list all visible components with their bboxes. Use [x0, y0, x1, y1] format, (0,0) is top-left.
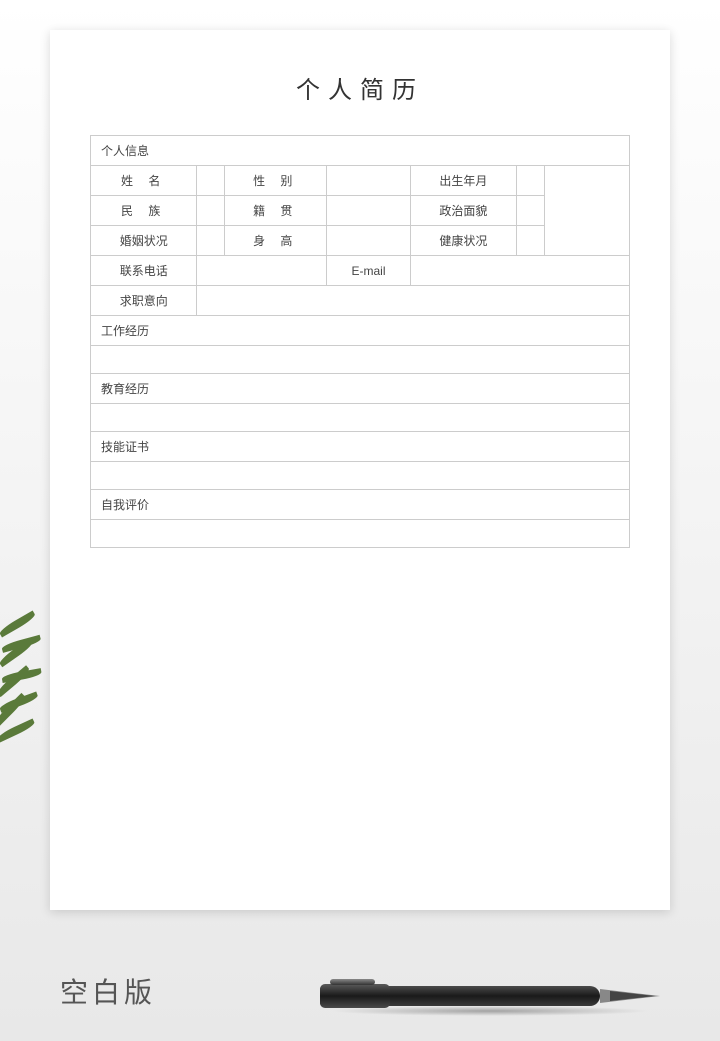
resume-form-table: 个人信息 姓 名 性 别 出生年月 民 族 籍 贯 政治面貌 婚姻状况 身 高 …: [90, 135, 630, 548]
value-job-intention[interactable]: [197, 286, 630, 316]
section-education: 教育经历: [91, 374, 630, 404]
section-skills: 技能证书: [91, 432, 630, 462]
value-ethnicity[interactable]: [197, 196, 225, 226]
label-phone: 联系电话: [91, 256, 197, 286]
value-origin[interactable]: [327, 196, 410, 226]
label-political: 政治面貌: [410, 196, 516, 226]
value-marital[interactable]: [197, 226, 225, 256]
label-birth: 出生年月: [410, 166, 516, 196]
value-health[interactable]: [517, 226, 545, 256]
value-email[interactable]: [410, 256, 629, 286]
value-skills[interactable]: [91, 462, 630, 490]
pen-decoration: [320, 981, 660, 1011]
resume-page: 个人简历 个人信息 姓 名 性 别 出生年月 民 族 籍 贯 政治面貌 婚姻状况…: [50, 30, 670, 910]
value-name[interactable]: [197, 166, 225, 196]
value-height[interactable]: [327, 226, 410, 256]
value-phone[interactable]: [197, 256, 327, 286]
footer-label: 空白版: [60, 971, 156, 1011]
page-title: 个人简历: [90, 70, 630, 105]
section-work-experience: 工作经历: [91, 316, 630, 346]
label-ethnicity: 民 族: [91, 196, 197, 226]
label-email: E-mail: [327, 256, 410, 286]
value-work-experience[interactable]: [91, 346, 630, 374]
value-birth[interactable]: [517, 166, 545, 196]
label-gender: 性 别: [225, 166, 327, 196]
label-job-intention: 求职意向: [91, 286, 197, 316]
label-health: 健康状况: [410, 226, 516, 256]
section-self-evaluation: 自我评价: [91, 490, 630, 520]
value-education[interactable]: [91, 404, 630, 432]
value-self-evaluation[interactable]: [91, 520, 630, 548]
label-marital: 婚姻状况: [91, 226, 197, 256]
value-political[interactable]: [517, 196, 545, 226]
label-height: 身 高: [225, 226, 327, 256]
label-name: 姓 名: [91, 166, 197, 196]
value-gender[interactable]: [327, 166, 410, 196]
photo-cell[interactable]: [545, 166, 630, 256]
label-origin: 籍 贯: [225, 196, 327, 226]
section-personal-info: 个人信息: [91, 136, 630, 166]
